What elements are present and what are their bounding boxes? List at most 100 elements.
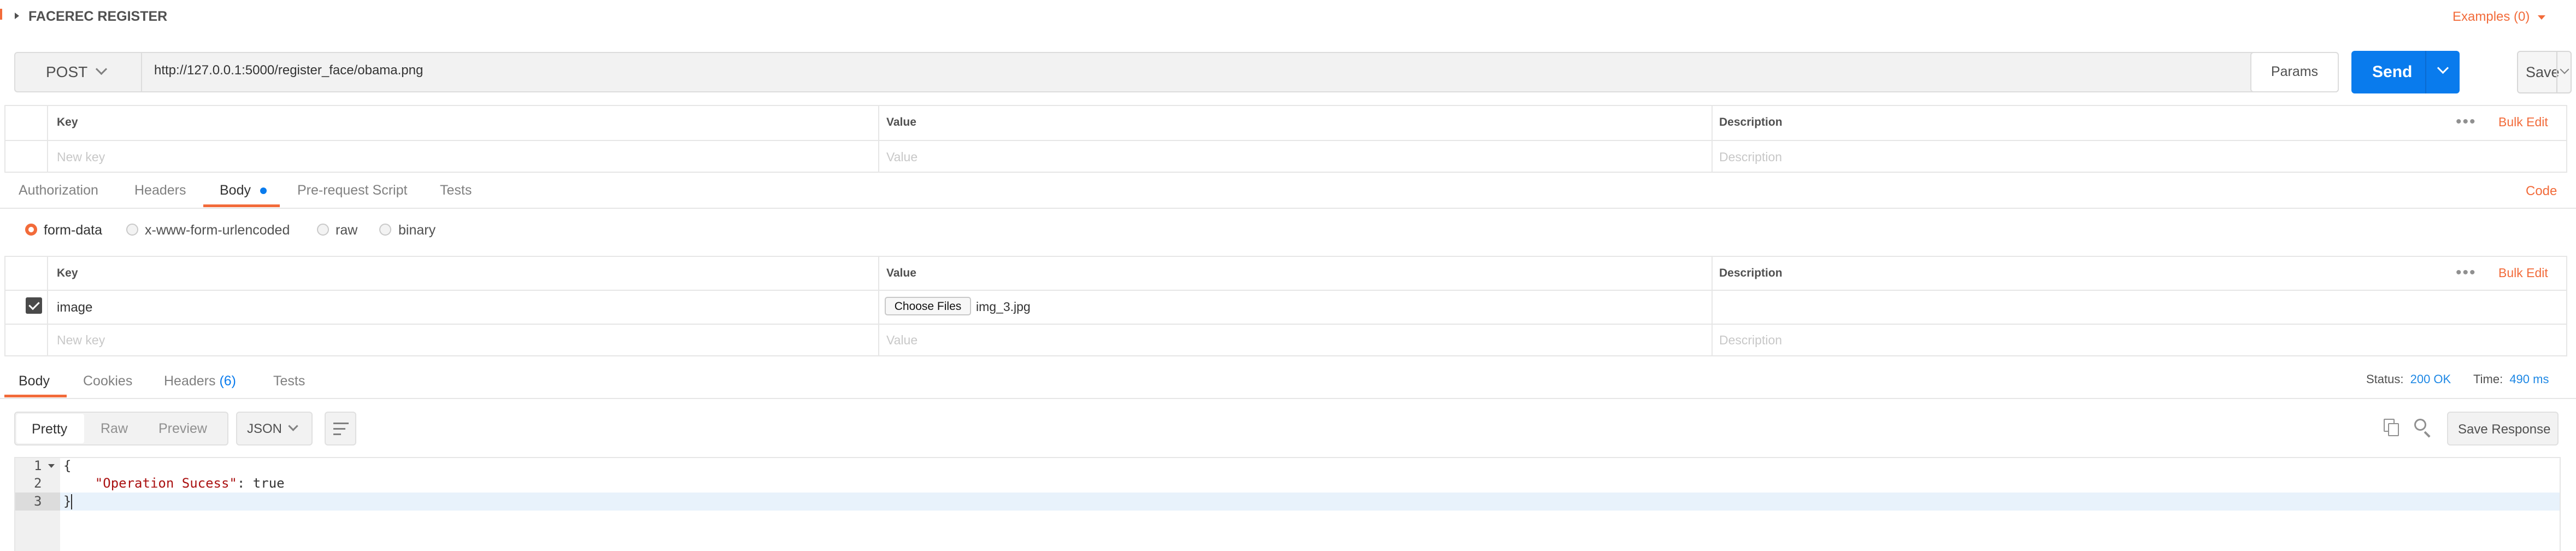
form-data-header-description: Description [1719,267,1783,279]
method-label: POST [46,63,88,80]
response-tab-headers-label: Headers [164,373,216,389]
save-response-button[interactable]: Save Response [2447,412,2559,446]
send-chevron-down-icon[interactable] [2437,62,2449,74]
method-divider [141,53,142,91]
row-enabled-checkbox[interactable] [26,297,42,314]
send-divider [2425,51,2426,93]
code-link[interactable]: Code [2526,184,2557,199]
selected-file-name: img_3.jpg [976,300,1031,314]
params-label: Params [2271,64,2319,79]
more-options-icon[interactable]: ••• [2456,113,2477,131]
form-data-header-value: Value [886,267,916,279]
format-label: JSON [247,421,283,436]
radio-form-data-label[interactable]: form-data [44,222,102,238]
view-mode-raw[interactable]: Raw [101,421,128,437]
tab-body-label: Body [220,183,251,198]
response-tab-headers[interactable]: Headers (6) [164,373,236,389]
params-bulk-edit[interactable]: Bulk Edit [2498,115,2548,130]
radio-raw-label[interactable]: raw [336,222,357,238]
caret-down-icon [2538,15,2546,20]
form-data-col-divider [47,256,48,356]
radio-x-www-form-urlencoded[interactable] [126,224,138,236]
params-row-divider [4,140,2567,141]
view-mode-pretty[interactable]: Pretty [16,414,84,443]
form-data-row-divider [4,290,2567,291]
tab-authorization[interactable]: Authorization [19,183,98,198]
params-new-description-input[interactable]: Description [1719,150,1782,165]
save-label: Save [2526,64,2560,80]
tab-pre-request-script[interactable]: Pre-request Script [297,183,407,198]
save-chevron-down-icon[interactable] [2560,65,2569,74]
response-tab-cookies[interactable]: Cookies [83,373,132,389]
form-data-row-divider [4,324,2567,325]
line-number: 1 [34,458,42,473]
form-data-col-divider [878,256,879,356]
response-tab-tests[interactable]: Tests [273,373,305,389]
save-response-label: Save Response [2458,422,2551,437]
left-edge-marker [0,9,2,20]
headers-count: (6) [219,373,237,389]
form-data-header-key: Key [57,267,78,279]
tab-body-underline [203,204,280,207]
request-title: FACEREC REGISTER [28,9,168,24]
form-data-key-cell[interactable]: image [57,300,92,315]
form-data-new-description-input[interactable]: Description [1719,333,1782,348]
params-header-key: Key [57,116,78,128]
fold-caret-icon[interactable] [48,464,55,468]
more-options-icon[interactable]: ••• [2456,263,2477,282]
params-new-value-input[interactable]: Value [886,150,918,165]
response-status: Status: 200 OK [2366,372,2451,386]
method-select[interactable]: POST [15,53,141,91]
form-data-table [4,256,2567,356]
choose-files-label: Choose Files [894,300,962,313]
response-tab-body[interactable]: Body [19,373,50,389]
examples-label: Examples (0) [2453,9,2530,24]
params-col-divider [878,105,879,173]
radio-binary-label[interactable]: binary [398,222,436,238]
chevron-down-icon [288,421,298,431]
time-label: Time: [2473,372,2503,386]
form-data-col-divider [1712,256,1713,356]
form-data-new-value-input[interactable]: Value [886,333,918,348]
save-button[interactable]: Save [2517,51,2572,93]
code-line: { [63,458,72,473]
response-tab-body-underline [4,395,67,397]
radio-binary[interactable] [379,224,391,236]
params-col-divider [1712,105,1713,173]
tab-body[interactable]: Body [220,183,267,198]
chevron-down-icon [95,63,108,75]
tab-tests[interactable]: Tests [440,183,472,198]
params-table [4,105,2567,173]
params-header-value: Value [886,116,916,128]
wrap-lines-button[interactable] [325,412,356,446]
send-label: Send [2372,63,2413,81]
choose-files-button[interactable]: Choose Files [885,297,971,315]
form-data-bulk-edit[interactable]: Bulk Edit [2498,266,2548,280]
search-icon[interactable] [2414,419,2433,438]
radio-form-data[interactable] [25,224,37,236]
params-header-description: Description [1719,116,1783,128]
response-time: Time: 490 ms [2473,372,2549,386]
json-value: true [252,476,285,491]
collapse-caret-icon[interactable] [15,13,19,19]
tabs-divider [0,208,2576,209]
radio-raw[interactable] [317,224,329,236]
wrap-lines-icon [333,423,349,436]
json-key: "Operation Sucess" [95,476,237,491]
send-button[interactable]: Send [2351,51,2460,93]
form-data-new-key-input[interactable]: New key [57,333,105,348]
tab-headers[interactable]: Headers [134,183,186,198]
code-line: } [63,494,72,509]
params-button[interactable]: Params [2250,52,2339,92]
format-select[interactable]: JSON [236,412,313,446]
radio-x-www-form-urlencoded-label[interactable]: x-www-form-urlencoded [145,222,290,238]
save-divider [2556,52,2557,92]
line-number: 3 [34,494,42,509]
params-new-key-input[interactable]: New key [57,150,105,165]
checkmark-icon [28,298,40,310]
active-line-highlight [60,493,2560,511]
view-mode-preview[interactable]: Preview [158,421,207,437]
copy-icon[interactable] [2384,419,2400,437]
url-input[interactable]: http://127.0.0.1:5000/register_face/obam… [154,63,423,78]
examples-dropdown[interactable]: Examples (0) [2453,9,2546,25]
